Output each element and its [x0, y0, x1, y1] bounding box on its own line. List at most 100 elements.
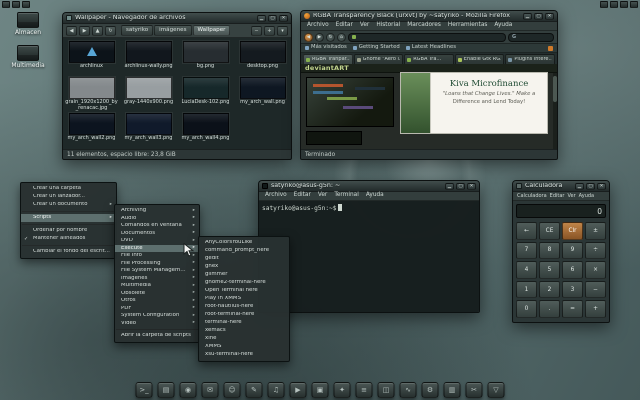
rss-icon[interactable] — [548, 45, 553, 51]
zoom-out-icon[interactable]: − — [251, 25, 262, 36]
reload-icon[interactable]: ↻ — [105, 25, 116, 36]
menubar-item[interactable]: Archivo — [304, 22, 332, 30]
forward-icon[interactable]: ▶ — [79, 25, 90, 36]
menu-item[interactable]: Comandos en ventana ▸ — [115, 222, 199, 230]
menu-item[interactable]: File Processing ▸ — [115, 260, 199, 268]
dock-archive-manager-icon[interactable]: ▥ — [443, 382, 461, 398]
menu-item[interactable]: Play in XMMS — [199, 295, 289, 303]
menu-item[interactable]: root-terminal-here — [199, 311, 289, 319]
minimize-button[interactable]: ▁ — [445, 182, 454, 190]
menu-item[interactable]: Audio ▸ — [115, 215, 199, 223]
dock-file-manager-icon[interactable]: ▤ — [157, 382, 175, 398]
menu-item[interactable]: terminal-here — [199, 319, 289, 327]
menu-item[interactable]: ghex — [199, 263, 289, 271]
menu-item[interactable]: System Configuration ▸ — [115, 312, 199, 320]
dock-graphics-editor-icon[interactable]: ✦ — [333, 382, 351, 398]
scrollbar-thumb[interactable] — [553, 76, 557, 102]
menu-item[interactable]: AnyColorsYouLike — [199, 239, 289, 247]
calc-button[interactable]: ← — [516, 222, 537, 240]
file-item[interactable]: bg.png — [177, 40, 234, 76]
file-item[interactable]: my_arch_wall.png — [234, 76, 291, 112]
menu-item[interactable]: Abrir la carpeta de scripts — [115, 332, 199, 340]
menubar-item[interactable]: Calculadora — [516, 193, 548, 200]
dock-web-browser-icon[interactable]: ◉ — [179, 382, 197, 398]
dock-office-icon[interactable]: ≡ — [355, 382, 373, 398]
notification-icon[interactable] — [600, 1, 608, 8]
back-icon[interactable]: ◀ — [304, 32, 313, 42]
dock-trash-icon[interactable]: ▽ — [487, 382, 505, 398]
dock-settings-icon[interactable]: ⚙ — [421, 382, 439, 398]
calc-button[interactable]: = — [562, 300, 583, 318]
menu-item[interactable]: Otros ▸ — [115, 297, 199, 305]
firefox-titlebar[interactable]: RGBA Transparency Black [urxvt] by ~saty… — [301, 11, 557, 22]
menu-item[interactable]: Crear una carpeta — [21, 185, 116, 193]
menubar-item[interactable]: Editar — [549, 193, 566, 200]
close-button[interactable]: ✕ — [545, 12, 554, 20]
file-item[interactable]: archlinux-wally.png — [120, 40, 177, 76]
dock-packages-icon[interactable]: ◫ — [377, 382, 395, 398]
page-screenshot-thumbnail-small[interactable] — [306, 131, 362, 145]
calc-button[interactable]: CE — [539, 222, 560, 240]
calc-button[interactable]: 2 — [539, 280, 560, 299]
calc-button[interactable]: × — [585, 261, 606, 279]
kiva-ad-banner[interactable]: Kiva Microfinance "Loans that Change Liv… — [400, 72, 548, 134]
dock-text-editor-icon[interactable]: ✎ — [245, 382, 263, 398]
calc-button[interactable]: 9 — [562, 241, 583, 260]
menubar-item[interactable]: Historial — [373, 22, 403, 30]
browser-tab[interactable]: Enable Gtk RG... — [454, 54, 505, 64]
close-button[interactable]: ✕ — [279, 14, 288, 22]
menu-item[interactable]: Archiving ▸ — [115, 207, 199, 215]
dock-screenshot-icon[interactable]: ✂ — [465, 382, 483, 398]
home-icon[interactable]: ⌂ — [337, 32, 346, 42]
menu-item[interactable]: gedit — [199, 255, 289, 263]
menubar-item[interactable]: Ayuda — [363, 192, 387, 200]
minimize-button[interactable]: ▁ — [257, 14, 266, 22]
desktop-icon[interactable]: Multimedia — [4, 45, 52, 69]
maximize-button[interactable]: ▢ — [268, 14, 277, 22]
calc-button[interactable]: . — [539, 300, 560, 318]
calc-button[interactable]: 0 — [516, 300, 537, 318]
search-bar[interactable]: G — [508, 32, 554, 42]
browser-tab[interactable]: Plugins intere... — [505, 54, 555, 64]
breadcrumb-item[interactable]: Wallpaper — [192, 24, 231, 37]
back-icon[interactable]: ◀ — [66, 25, 77, 36]
minimize-button[interactable]: ▁ — [523, 12, 532, 20]
menu-item[interactable]: PDF ▸ — [115, 305, 199, 313]
menubar-item[interactable]: Ver — [315, 192, 330, 200]
menu-item[interactable]: ✓ Mantener alineados — [21, 235, 116, 243]
file-item[interactable]: my_arch_wall3.png — [120, 112, 177, 148]
file-item[interactable]: my_arch_wall2.png — [63, 112, 120, 148]
calc-button[interactable]: 5 — [539, 261, 560, 279]
menu-item[interactable]: command_prompt_here — [199, 247, 289, 255]
menu-item[interactable]: Video ▸ — [115, 320, 199, 328]
menu-item[interactable]: Open Terminal here — [199, 287, 289, 295]
browser-tab[interactable]: RGBA Tranpar... — [303, 54, 353, 64]
window-list-icon[interactable] — [12, 1, 20, 8]
terminal-titlebar[interactable]: satyriko@asus-g5n: ~ ▁ ▢ ✕ — [259, 181, 479, 192]
bookmark-item[interactable]: Latest Headlines — [405, 45, 456, 50]
menubar-item[interactable]: Ver — [566, 193, 576, 200]
calc-button[interactable]: 1 — [516, 280, 537, 299]
calculator-titlebar[interactable]: Calculadora ▁ ▢ ✕ — [513, 181, 609, 192]
dock-messenger-icon[interactable]: ☺ — [223, 382, 241, 398]
menubar-item[interactable]: Archivo — [262, 192, 290, 200]
calc-button[interactable]: 7 — [516, 241, 537, 260]
dock-music-player-icon[interactable]: ♫ — [267, 382, 285, 398]
menu-item[interactable]: glimmer — [199, 271, 289, 279]
up-icon[interactable]: ▲ — [92, 25, 103, 36]
maximize-button[interactable]: ▢ — [586, 182, 595, 190]
workspace-switcher-icon[interactable] — [2, 1, 10, 8]
menu-item[interactable]: gnome2-terminal-here — [199, 279, 289, 287]
file-item[interactable]: grain_1920x1200_by_renacac.jpg — [63, 76, 120, 112]
minimize-button[interactable]: ▁ — [575, 182, 584, 190]
file-item[interactable]: my_arch_wall4.png — [177, 112, 234, 148]
bookmark-item[interactable]: Getting Started — [352, 45, 400, 50]
volume-icon[interactable] — [620, 1, 628, 8]
close-button[interactable]: ✕ — [467, 182, 476, 190]
clock-icon[interactable] — [630, 1, 638, 8]
dock-image-viewer-icon[interactable]: ▣ — [311, 382, 329, 398]
page-screenshot-thumbnail[interactable] — [306, 77, 394, 127]
menubar-item[interactable]: Editar — [291, 192, 314, 200]
forward-icon[interactable]: ▶ — [315, 32, 324, 42]
bookmark-item[interactable]: Más visitados — [305, 45, 347, 50]
